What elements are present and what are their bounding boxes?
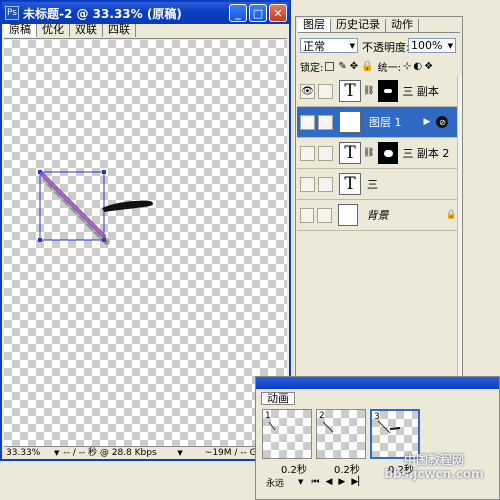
blend-mode-select[interactable]: 正常 ▼ [300, 38, 358, 53]
document-statusbar: 33.33% ▼ -- / -- 秒 @ 28.8 Kbps ▼ ~19M / … [4, 446, 287, 459]
unify-position-icon[interactable]: ⊹ [403, 61, 411, 72]
layer-row-background[interactable]: 背景 🔒 [297, 200, 457, 231]
animation-frame-2[interactable]: 2 [316, 409, 366, 459]
ink-stroke [102, 200, 153, 212]
tab-4up[interactable]: 四联 [103, 24, 136, 37]
layer-thumbnail [339, 111, 361, 133]
frame-number: 1 [265, 411, 271, 421]
layer-name: 三 副本 [402, 85, 439, 98]
layer-row[interactable]: 👁 T ⛓ 三 副本 [297, 76, 457, 107]
tab-history[interactable]: 历史记录 [331, 19, 386, 32]
tab-animation[interactable]: 动画 [261, 392, 295, 405]
maximize-button[interactable]: □ [249, 4, 267, 22]
layer-effects-icon: ⊘ [436, 116, 449, 128]
eye-icon[interactable]: 👁 [300, 114, 315, 130]
layers-panel-scrollbar[interactable] [457, 76, 462, 376]
animation-titlebar[interactable] [256, 377, 499, 389]
layer-row[interactable]: T 三 [297, 169, 457, 200]
lock-label: 锁定: [300, 62, 324, 74]
document-window: Ps 未标题-2 @ 33.33% (原稿) _ □ ✕ 原稿 优化 双联 四联… [0, 0, 291, 461]
chevron-down-icon: ▼ [349, 41, 355, 50]
frame-number: 3 [374, 412, 380, 422]
loop-select[interactable]: 永远 [262, 476, 298, 489]
brush-icon[interactable]: ✎ [318, 114, 333, 130]
animation-frame-1[interactable]: 1 [262, 409, 312, 459]
photoshop-icon: Ps [5, 6, 19, 20]
tab-original[interactable]: 原稿 [4, 24, 37, 37]
unify-label: 统一: [377, 62, 401, 74]
canvas-artwork [38, 170, 153, 245]
watermark: 中国教程网 bbs.jcwcn.com [384, 453, 484, 481]
canvas[interactable] [4, 40, 287, 446]
layer-name: 三 副本 2 [402, 147, 450, 160]
eye-icon-hidden[interactable] [300, 207, 315, 223]
unify-visibility-icon[interactable]: ◐ [413, 61, 422, 72]
tab-actions[interactable]: 动作 [386, 19, 419, 32]
opacity-label: 不透明度: [362, 41, 410, 54]
layer-row-selected[interactable]: 👁 ✎ 图层 1 ▶ ⊘ [297, 107, 457, 138]
expand-arrow-icon[interactable]: ▶ [424, 117, 431, 127]
layer-mask-thumbnail [378, 80, 399, 102]
opacity-value: 100% [411, 39, 443, 52]
chevron-down-icon[interactable]: ▼ [298, 478, 303, 486]
previous-frame-icon[interactable]: ◀ [326, 477, 333, 487]
play-icon[interactable]: ▶ [338, 477, 345, 487]
layer-row[interactable]: T ⛓ 三 副本 2 [297, 138, 457, 169]
document-titlebar[interactable]: Ps 未标题-2 @ 33.33% (原稿) _ □ ✕ [2, 2, 289, 24]
chain-icon: ⛓ [363, 86, 375, 96]
file-size: ~19M / -- GIF [204, 448, 265, 458]
layer-name: 三 [367, 178, 378, 191]
zoom-level[interactable]: 33.33% [4, 447, 54, 459]
lock-icon: 🔒 [445, 210, 457, 220]
frame-number: 2 [319, 411, 325, 421]
link-icon[interactable] [318, 83, 333, 99]
layer-thumbnail: T [339, 142, 361, 164]
eye-icon[interactable]: 👁 [300, 83, 315, 99]
lock-transparency-icon[interactable] [325, 61, 335, 71]
animation-frame-3[interactable]: 3 [370, 409, 420, 459]
frame-1-delay[interactable]: 0.2秒 [281, 461, 307, 476]
close-button[interactable]: ✕ [269, 4, 287, 22]
next-frame-icon[interactable]: ▶▏ [351, 477, 365, 487]
eye-icon-hidden[interactable] [300, 176, 315, 192]
layer-thumbnail: T [339, 80, 361, 102]
download-speed: -- / -- 秒 @ 28.8 Kbps [63, 448, 157, 458]
chevron-down-icon: ▼ [447, 41, 453, 50]
view-tabs: 原稿 优化 双联 四联 [4, 24, 287, 39]
first-frame-icon[interactable]: ⏮ [311, 477, 319, 487]
link-icon[interactable] [317, 207, 332, 223]
eye-icon-hidden[interactable] [300, 145, 315, 161]
layer-thumbnail: T [339, 173, 361, 195]
link-icon[interactable] [318, 176, 333, 192]
opacity-field[interactable]: 100% ▼ [408, 38, 456, 53]
layer-thumbnail [337, 204, 359, 226]
minimize-button[interactable]: _ [229, 4, 247, 22]
lock-position-icon[interactable]: ✥ [350, 61, 358, 72]
blend-mode-value: 正常 [303, 39, 325, 53]
layer-name: 图层 1 [369, 116, 402, 129]
document-title: 未标题-2 @ 33.33% (原稿) [23, 6, 182, 21]
tab-layers[interactable]: 图层 [298, 19, 331, 32]
tab-optimized[interactable]: 优化 [37, 24, 70, 37]
lock-paint-icon[interactable]: ✎ [338, 61, 346, 72]
lock-all-icon[interactable]: 🔒 [361, 61, 373, 72]
lock-row: 锁定: ✎ ✥ 🔒 统一: ⊹ ◐ ❖ [300, 59, 460, 74]
layer-mask-thumbnail [378, 142, 399, 164]
link-icon[interactable] [318, 145, 333, 161]
chain-icon: ⛓ [363, 148, 375, 158]
frame-2-delay[interactable]: 0.2秒 [334, 461, 360, 476]
layer-name: 背景 [366, 209, 389, 222]
unify-style-icon[interactable]: ❖ [424, 61, 433, 72]
tab-2up[interactable]: 双联 [70, 24, 103, 37]
layers-panel-tabs: 图层 历史记录 动作 [298, 19, 460, 33]
